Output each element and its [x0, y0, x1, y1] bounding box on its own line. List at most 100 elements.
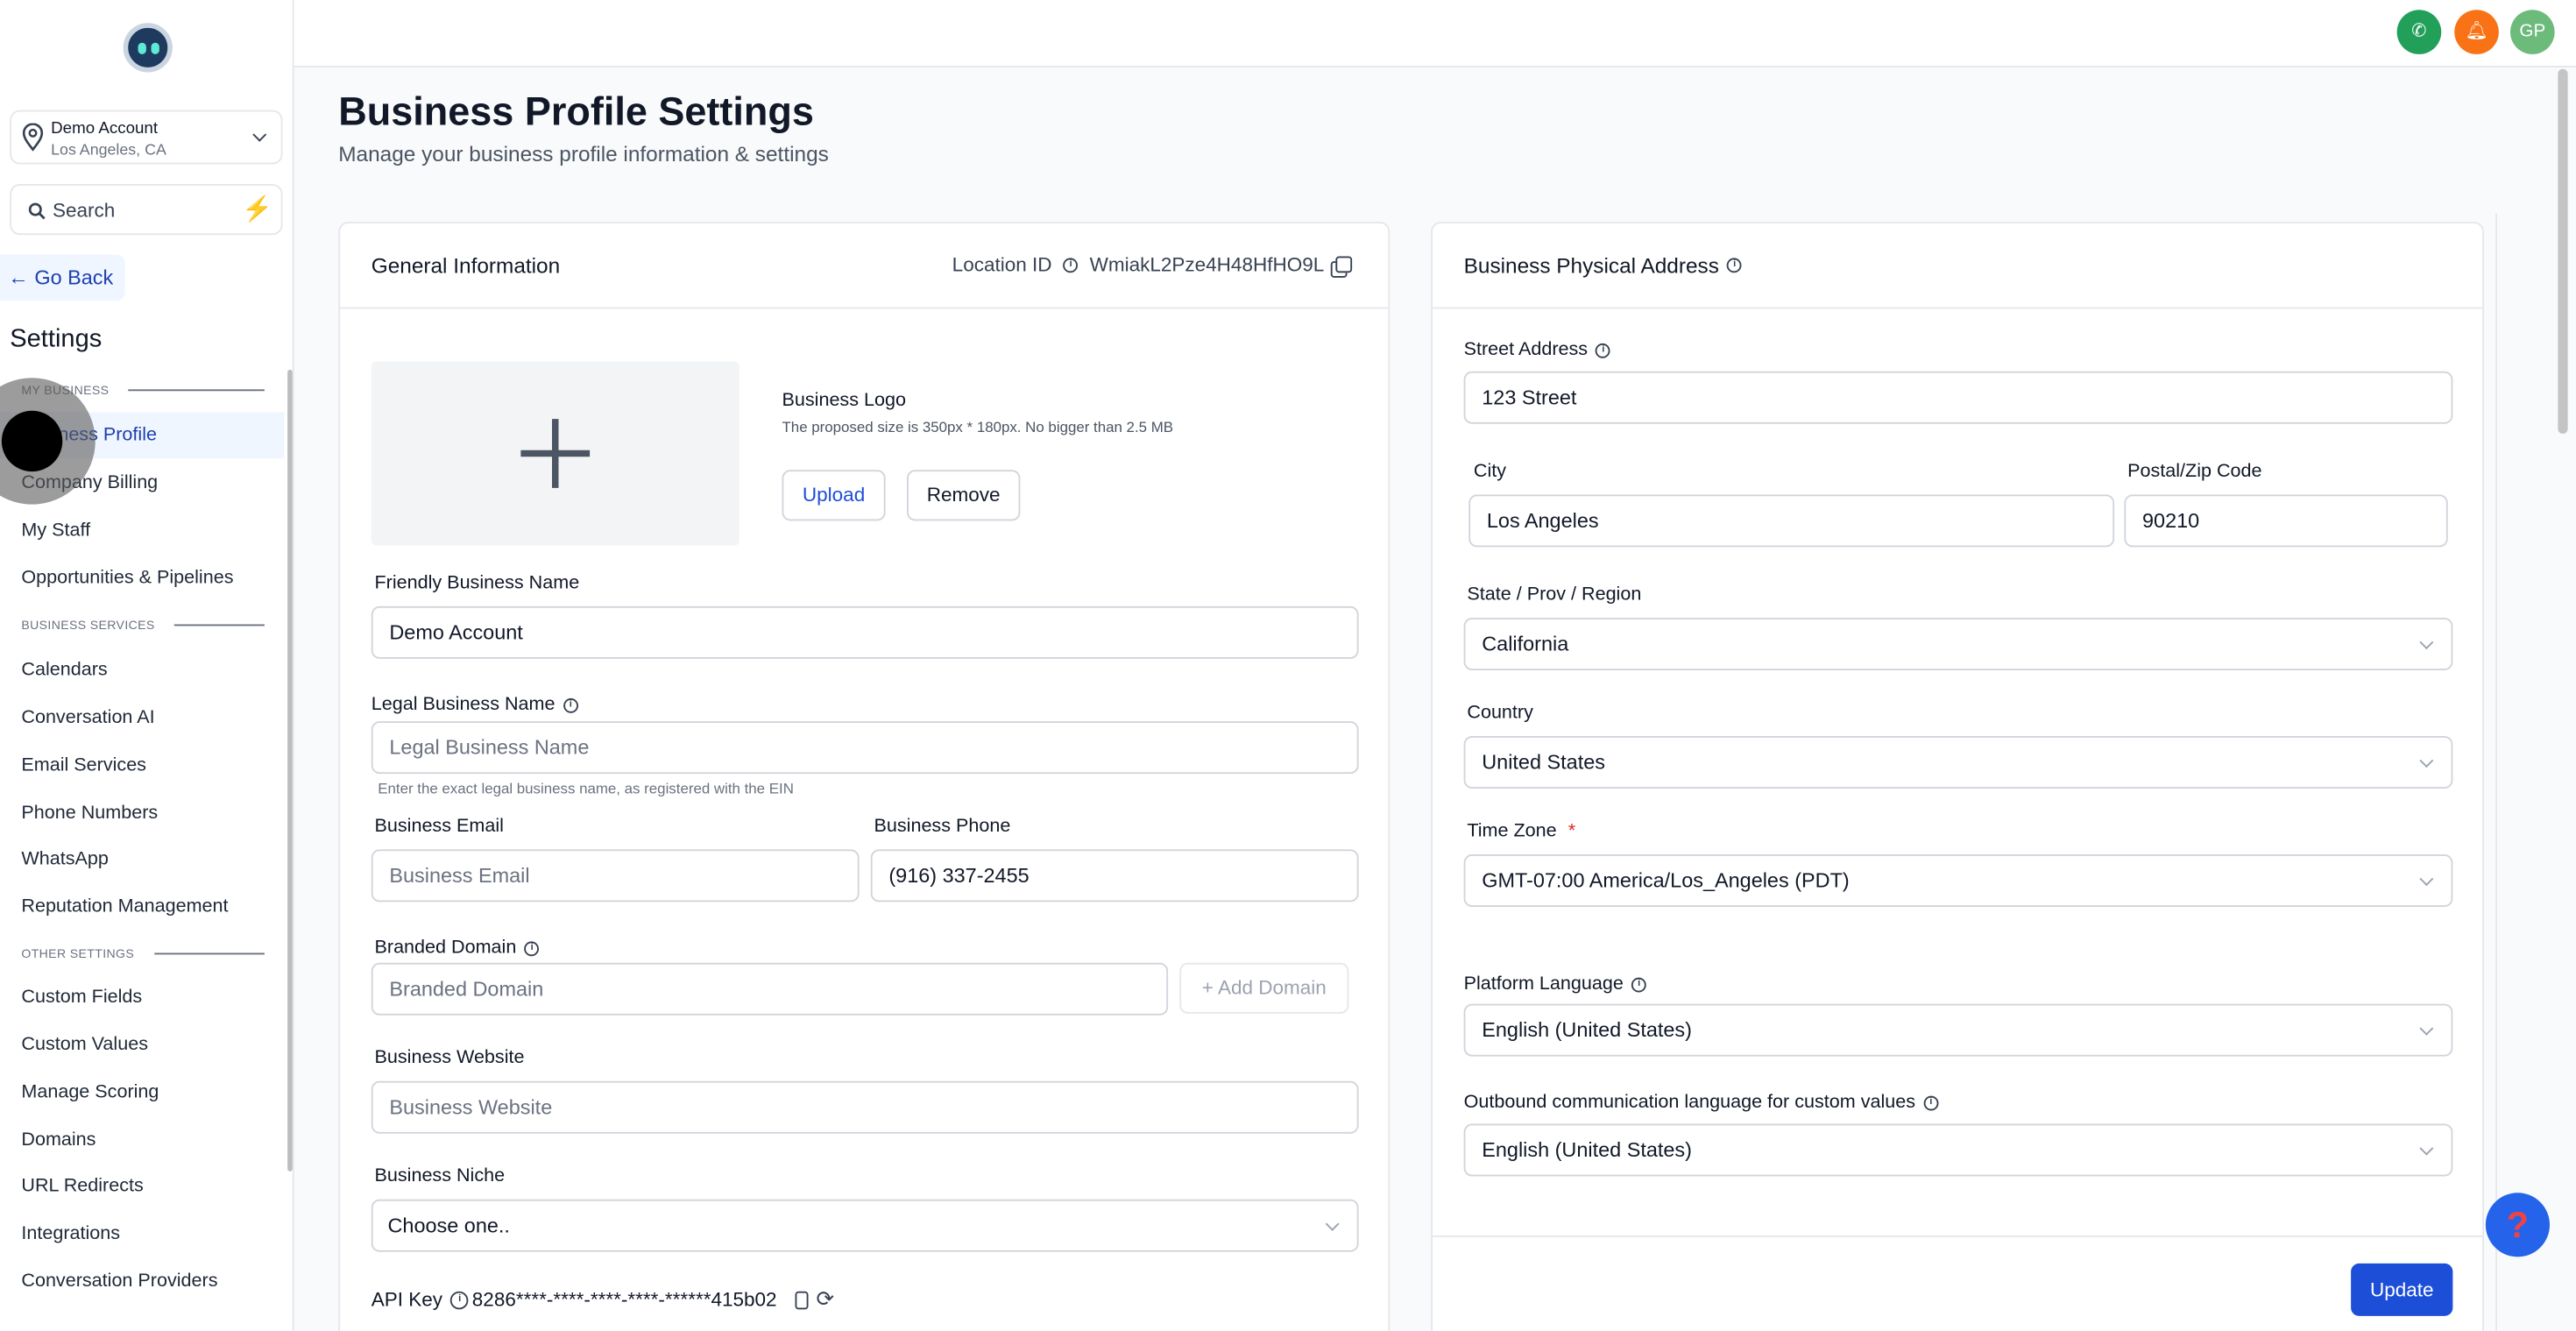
logo-label: Business Logo	[782, 391, 906, 411]
outbound-language-select[interactable]: English (United States)	[1464, 1124, 2453, 1177]
logo-upload-area[interactable]	[372, 362, 740, 546]
business-address-card: Business Physical Addressi Street Addres…	[1431, 222, 2484, 1331]
card-title: Business Physical Addressi	[1464, 253, 1743, 278]
arrow-left-icon: ←	[8, 266, 28, 289]
phone-icon[interactable]: ✆	[2397, 10, 2442, 54]
page-title: Business Profile Settings	[338, 90, 814, 137]
sidebar-item-manage-scoring[interactable]: Manage Scoring	[0, 1070, 284, 1116]
sidebar-item-opportunities[interactable]: Opportunities & Pipelines	[0, 556, 284, 602]
niche-select[interactable]: Choose one..	[372, 1200, 1359, 1252]
info-icon: i	[1923, 1095, 1938, 1110]
robot-logo-icon	[124, 23, 173, 72]
sidebar-item-url-redirects[interactable]: URL Redirects	[0, 1164, 284, 1210]
remove-button[interactable]: Remove	[907, 470, 1020, 520]
platform-language-select[interactable]: English (United States)	[1464, 1004, 2453, 1057]
help-button[interactable]: ?	[2486, 1193, 2550, 1257]
avatar[interactable]: GP	[2510, 10, 2555, 54]
sidebar-item-custom-fields[interactable]: Custom Fields	[0, 974, 284, 1021]
clipboard-icon[interactable]	[795, 1291, 808, 1309]
account-switcher[interactable]: Demo Account Los Angeles, CA	[10, 110, 282, 165]
platform-language-label: Platform Languagei	[1464, 974, 1646, 995]
bell-icon[interactable]: 🔔︎	[2454, 10, 2499, 54]
info-icon: i	[450, 1291, 469, 1309]
sidebar-item-whatsapp[interactable]: WhatsApp	[0, 836, 284, 882]
refresh-icon[interactable]: ⟳	[817, 1286, 834, 1313]
email-input[interactable]: Business Email	[372, 849, 860, 902]
info-icon: i	[1064, 257, 1079, 272]
street-input[interactable]: 123 Street	[1464, 372, 2453, 424]
state-label: State / Prov / Region	[1467, 585, 1641, 605]
legal-name-input[interactable]: Legal Business Name	[372, 721, 1359, 774]
info-icon: i	[1631, 977, 1646, 992]
content-divider	[2495, 214, 2497, 1331]
general-information-card: General Information Location ID i WmiakL…	[338, 222, 1390, 1331]
page-subtitle: Manage your business profile information…	[338, 141, 829, 166]
api-key-value: 8286****-****-****-****-******415b02	[472, 1288, 777, 1311]
search-input[interactable]: Search ⚡	[10, 184, 282, 235]
account-name: Demo Account	[51, 120, 158, 138]
location-id: Location ID i WmiakL2Pze4H48HfHO9L	[952, 253, 1352, 276]
email-label: Business Email	[375, 817, 504, 837]
sidebar-item-calendars[interactable]: Calendars	[0, 648, 284, 694]
sidebar-item-email-services[interactable]: Email Services	[0, 743, 284, 789]
country-select[interactable]: United States	[1464, 736, 2453, 789]
city-input[interactable]: Los Angeles	[1468, 494, 2114, 547]
api-key-row: API Key i 8286****-****-****-****-******…	[372, 1286, 834, 1313]
sidebar-item-domains[interactable]: Domains	[0, 1117, 284, 1164]
phone-label: Business Phone	[874, 817, 1011, 837]
legal-name-hint: Enter the exact legal business name, as …	[378, 781, 794, 797]
sidebar-item-phone-numbers[interactable]: Phone Numbers	[0, 790, 284, 837]
city-label: City	[1474, 462, 1506, 482]
go-back-button[interactable]: ← Go Back	[0, 255, 125, 301]
sidebar-scrollbar[interactable]	[287, 370, 293, 1172]
top-bar: ✆ 🔔︎ GP	[294, 0, 2576, 67]
search-placeholder: Search	[53, 199, 115, 222]
friendly-name-input[interactable]: Demo Account	[372, 606, 1359, 659]
chevron-down-icon	[252, 128, 266, 142]
zip-label: Postal/Zip Code	[2127, 462, 2261, 482]
info-icon: i	[563, 697, 578, 712]
website-input[interactable]: Business Website	[372, 1081, 1359, 1134]
logo-hint: The proposed size is 350px * 180px. No b…	[782, 419, 1174, 435]
info-icon: i	[1596, 343, 1610, 358]
upload-button[interactable]: Upload	[782, 470, 886, 520]
go-back-label: Go Back	[34, 266, 113, 289]
legal-name-label: Legal Business Namei	[372, 695, 578, 715]
sidebar-item-custom-values[interactable]: Custom Values	[0, 1022, 284, 1068]
timezone-label: Time Zone*	[1467, 822, 1575, 842]
section-other-settings: OTHER SETTINGS	[21, 946, 265, 961]
outbound-language-label: Outbound communication language for cust…	[1464, 1093, 1939, 1113]
domain-label: Branded Domaini	[375, 938, 540, 959]
state-select[interactable]: California	[1464, 618, 2453, 670]
sidebar-item-conversation-providers[interactable]: Conversation Providers	[0, 1258, 284, 1305]
location-id-label: Location ID	[952, 253, 1052, 276]
lightning-icon[interactable]: ⚡	[242, 194, 272, 223]
card-title: General Information	[372, 253, 560, 278]
friendly-name-label: Friendly Business Name	[375, 573, 580, 593]
page-scrollbar[interactable]	[2558, 69, 2567, 434]
website-label: Business Website	[375, 1048, 525, 1068]
sidebar: Demo Account Los Angeles, CA Search ⚡ ← …	[0, 0, 294, 1331]
section-business-services: BUSINESS SERVICES	[21, 618, 265, 633]
cursor-dot	[2, 411, 62, 471]
api-key-label: API Key	[372, 1288, 442, 1311]
niche-label: Business Niche	[375, 1166, 506, 1186]
sidebar-item-my-staff[interactable]: My Staff	[0, 507, 284, 554]
location-pin-icon	[21, 124, 44, 152]
domain-input[interactable]: Branded Domain	[372, 963, 1168, 1016]
info-icon: i	[525, 940, 540, 955]
sidebar-item-conversation-ai[interactable]: Conversation AI	[0, 695, 284, 741]
phone-input[interactable]: (916) 337-2455	[871, 849, 1359, 902]
plus-icon: +	[1202, 976, 1218, 999]
update-button[interactable]: Update	[2351, 1264, 2452, 1316]
copy-icon[interactable]	[1335, 257, 1352, 273]
add-domain-button[interactable]: + Add Domain	[1179, 963, 1348, 1014]
settings-heading: Settings	[10, 325, 102, 355]
help-icon: ?	[2507, 1204, 2529, 1245]
zip-input[interactable]: 90210	[2124, 494, 2447, 547]
location-id-value: WmiakL2Pze4H48HfHO9L	[1090, 253, 1325, 276]
timezone-select[interactable]: GMT-07:00 America/Los_Angeles (PDT)	[1464, 854, 2453, 907]
sidebar-item-integrations[interactable]: Integrations	[0, 1211, 284, 1257]
street-label: Street Addressi	[1464, 340, 1611, 360]
sidebar-item-reputation[interactable]: Reputation Management	[0, 884, 284, 931]
